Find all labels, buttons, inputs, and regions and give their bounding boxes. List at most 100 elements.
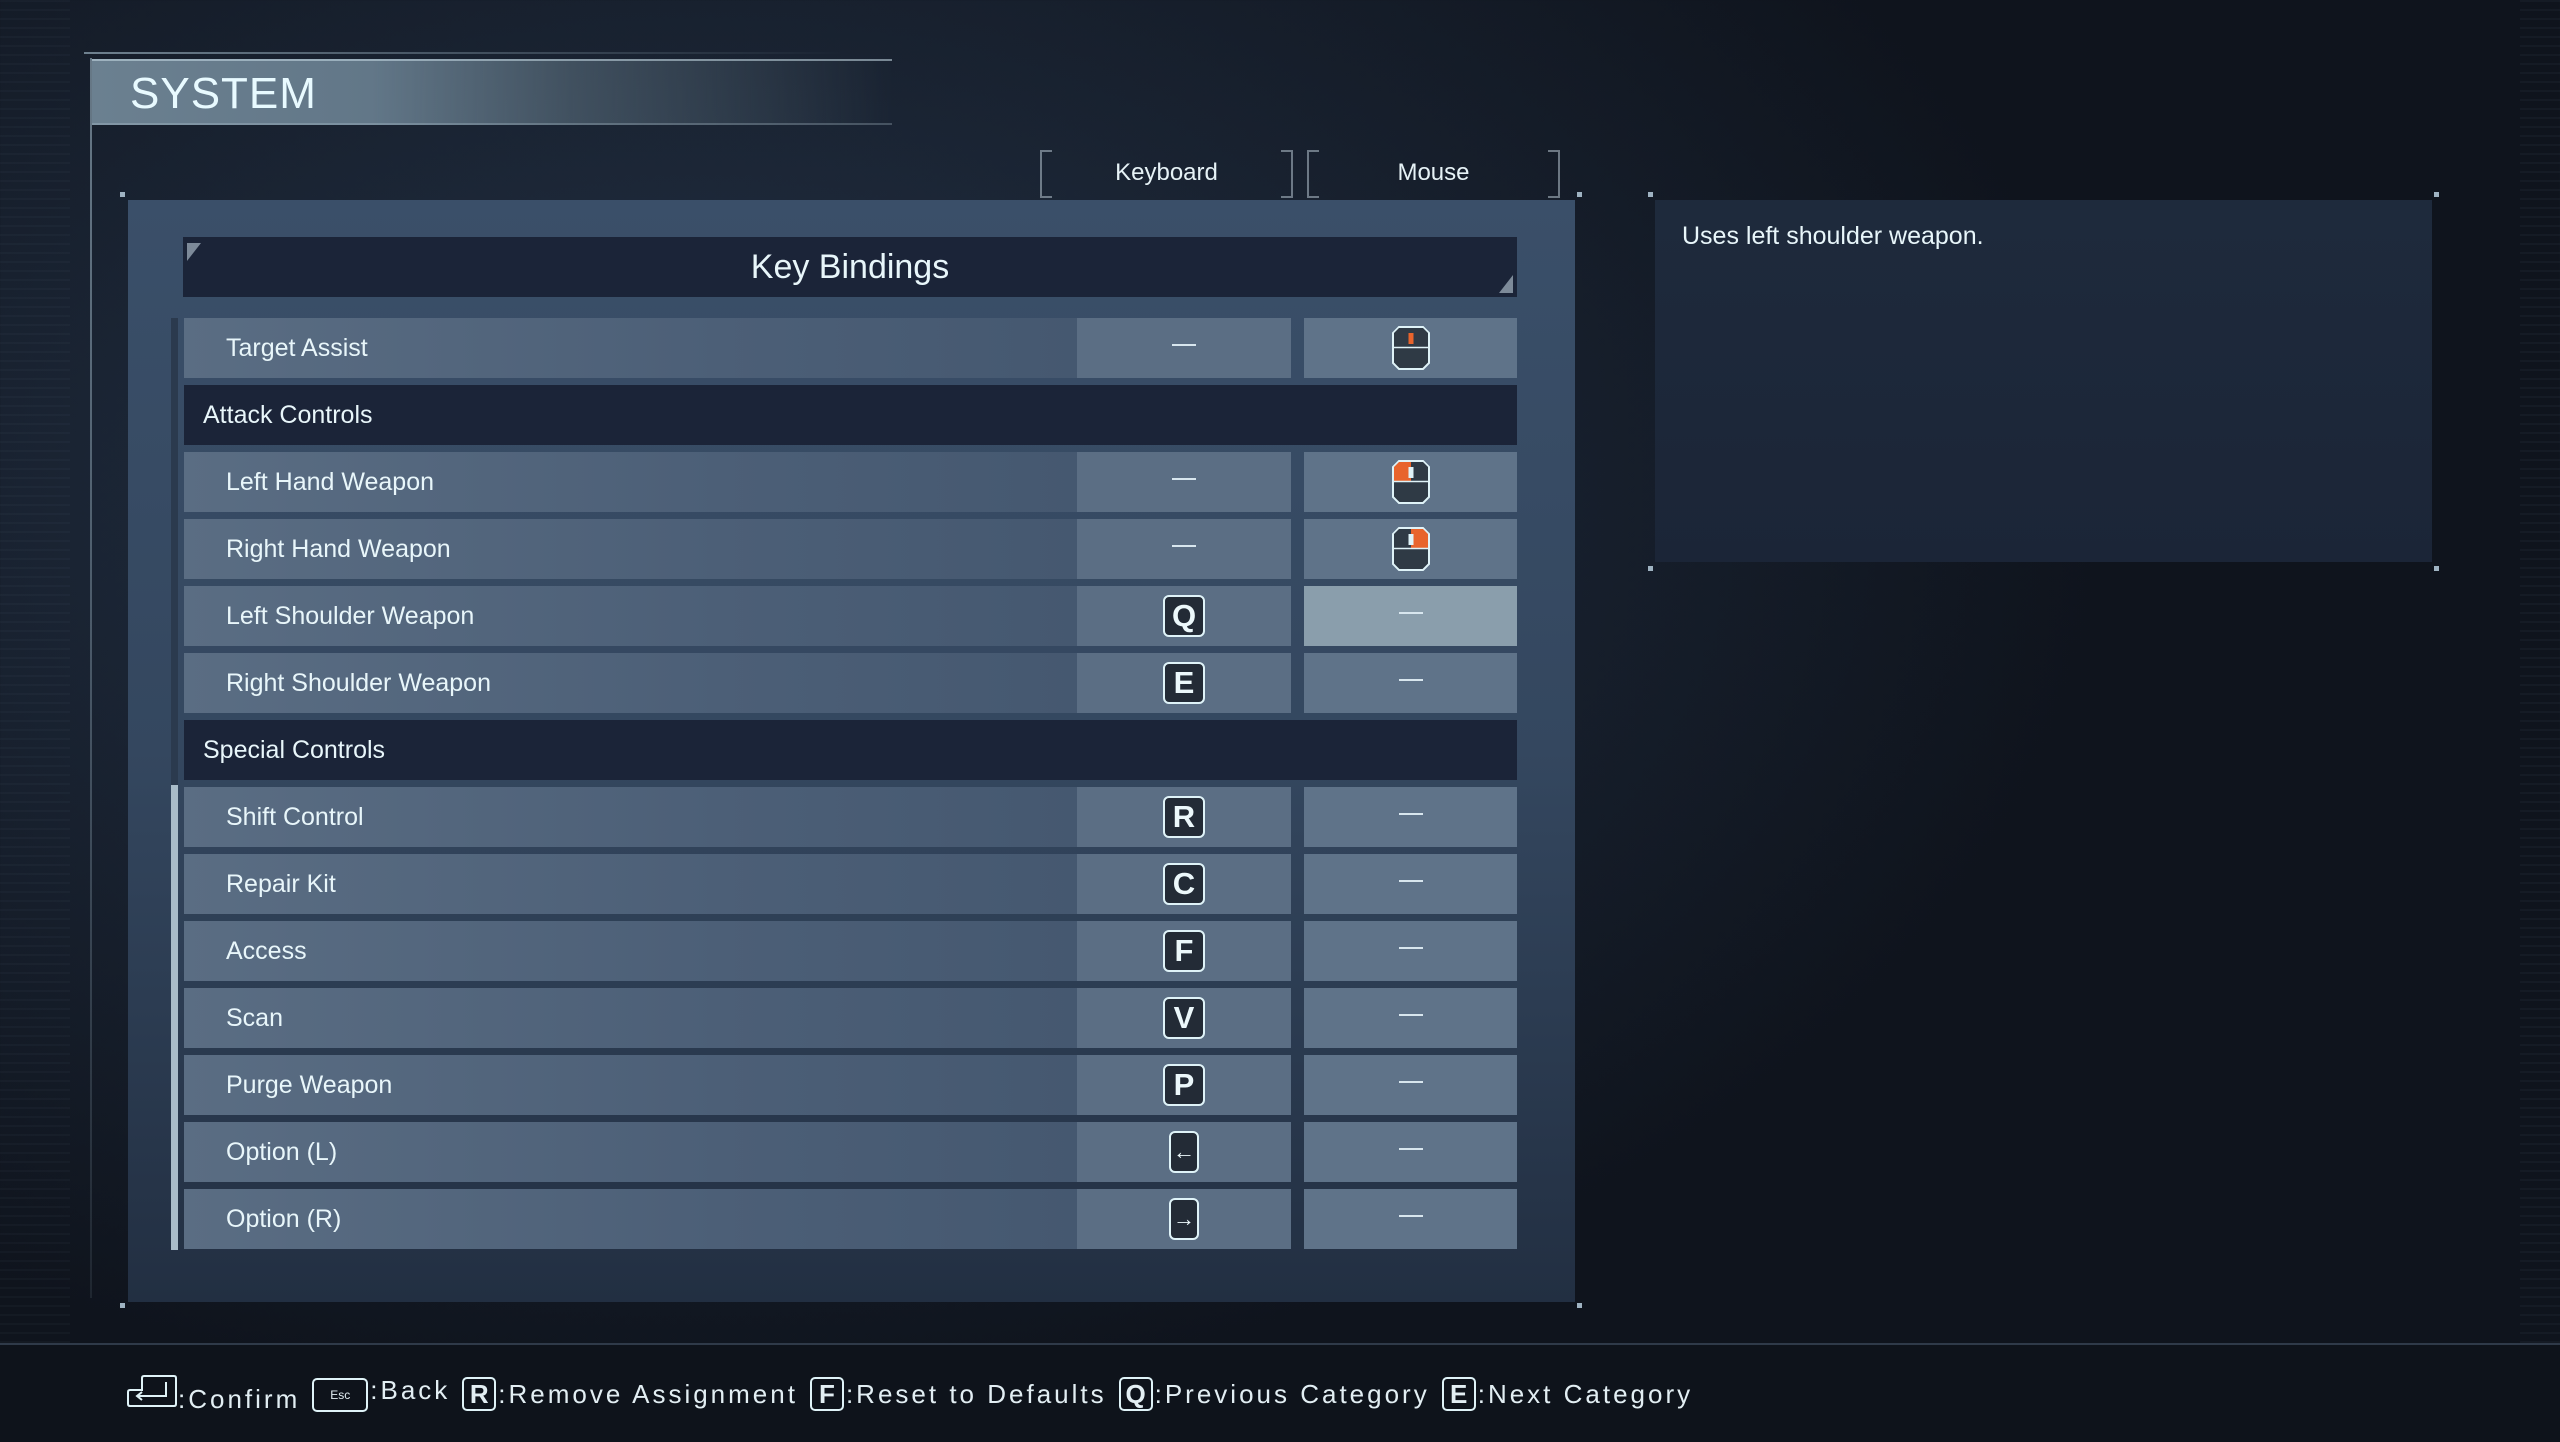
binding-row[interactable]: Access F [184,921,1517,981]
keyboard-binding-cell[interactable]: F [1077,921,1291,981]
tab-mouse[interactable]: Mouse [1307,150,1560,198]
keycap-icon: F [1163,930,1205,972]
binding-label: Target Assist [226,334,368,362]
binding-row[interactable]: Right Shoulder Weapon E [184,653,1517,713]
binding-row[interactable]: Target Assist [184,318,1517,378]
mouse-binding-cell[interactable] [1304,1189,1517,1249]
tab-label: Mouse [1397,159,1470,186]
binding-label: Scan [226,1004,283,1032]
mouse-binding-cell[interactable] [1304,988,1517,1048]
binding-row[interactable]: Left Shoulder Weapon Q [184,586,1517,646]
binding-label-cell[interactable]: Right Shoulder Weapon [184,653,1077,713]
corner-marker [1648,566,1653,571]
binding-label-cell[interactable]: Left Shoulder Weapon [184,586,1077,646]
corner-marker [1577,1303,1582,1308]
binding-label-cell[interactable]: Option (L) [184,1122,1077,1182]
keyboard-binding-cell[interactable]: Q [1077,586,1291,646]
keyboard-binding-cell[interactable]: E [1077,653,1291,713]
keyboard-binding-cell[interactable] [1077,519,1291,579]
description-panel: Uses left shoulder weapon. [1655,200,2432,562]
unassigned-dash [1398,1014,1423,1016]
binding-label-cell[interactable]: Option (R) [184,1189,1077,1249]
keycap-icon: Q [1118,1376,1153,1411]
unassigned-dash [1172,344,1196,346]
corner-marker [1577,192,1582,197]
keyboard-binding-cell[interactable]: → [1077,1189,1291,1249]
mouse-binding-cell[interactable] [1304,1055,1517,1115]
binding-row[interactable]: Repair Kit C [184,854,1517,914]
binding-label-cell[interactable]: Right Hand Weapon [184,519,1077,579]
keyboard-binding-cell[interactable]: C [1077,854,1291,914]
keyboard-binding-cell[interactable] [1077,318,1291,378]
binding-label-cell[interactable]: Access [184,921,1077,981]
footer-hint-next-category[interactable]: E:Next Category [1441,1376,1693,1411]
binding-label-cell[interactable]: Left Hand Weapon [184,452,1077,512]
keyboard-binding-cell[interactable]: V [1077,988,1291,1048]
binding-label-cell[interactable]: Shift Control [184,787,1077,847]
mouse-binding-cell[interactable] [1304,452,1517,512]
mouse-middle-button-icon [1391,326,1430,370]
binding-row[interactable]: Purge Weapon P [184,1055,1517,1115]
unassigned-dash [1398,1215,1423,1217]
binding-row[interactable]: Scan V [184,988,1517,1048]
keycap-icon: E [1441,1376,1476,1411]
keyboard-binding-cell[interactable]: ← [1077,1122,1291,1182]
keyboard-binding-cell[interactable]: R [1077,787,1291,847]
binding-row[interactable]: Shift Control R [184,787,1517,847]
footer-hint-back[interactable]: Esc:Back [312,1375,450,1412]
tab-keyboard[interactable]: Keyboard [1040,150,1293,198]
binding-label-cell[interactable]: Repair Kit [184,854,1077,914]
bracket-left [1040,150,1052,198]
footer-hint-reset-to-defaults[interactable]: F:Reset to Defaults [809,1376,1107,1411]
keycap-icon: F [809,1376,844,1411]
key-bindings-header: Key Bindings [183,237,1517,297]
footer-hint-label: :Confirm [178,1384,301,1414]
category-header: Special Controls [184,720,1517,780]
binding-label-cell[interactable]: Purge Weapon [184,1055,1077,1115]
binding-row[interactable]: Option (R) → [184,1189,1517,1249]
binding-label: Option (L) [226,1138,338,1166]
frame-line [90,58,92,1298]
binding-label: Repair Kit [226,870,336,898]
keycap-icon: Q [1163,595,1205,637]
footer-hint-previous-category[interactable]: Q:Previous Category [1118,1376,1430,1411]
keycap-icon: E [1163,662,1205,704]
corner-marker [120,1303,125,1308]
bracket-right [1281,150,1293,198]
mouse-binding-cell[interactable] [1304,921,1517,981]
binding-label-cell[interactable]: Scan [184,988,1077,1048]
binding-row[interactable]: Right Hand Weapon [184,519,1517,579]
binding-label: Access [226,937,307,965]
footer-hint-confirm[interactable]: :Confirm [124,1372,300,1415]
mouse-binding-cell[interactable] [1304,318,1517,378]
background-data-strip-right [2520,0,2560,1343]
unassigned-dash [1398,1081,1423,1083]
keycap-icon: R [462,1376,497,1411]
binding-row[interactable]: Left Hand Weapon [184,452,1517,512]
keyboard-binding-cell[interactable]: P [1077,1055,1291,1115]
mouse-binding-cell[interactable] [1304,854,1517,914]
unassigned-dash [1398,1148,1423,1150]
mouse-binding-cell[interactable] [1304,653,1517,713]
binding-label: Shift Control [226,803,364,831]
binding-label: Left Hand Weapon [226,468,435,496]
binding-row[interactable]: Option (L) ← [184,1122,1517,1182]
binding-label: Purge Weapon [226,1071,393,1099]
scrollbar-thumb[interactable] [171,785,178,1250]
mouse-binding-cell[interactable] [1304,1122,1517,1182]
enter-key-icon [124,1372,177,1407]
mouse-binding-cell[interactable] [1304,586,1517,646]
mouse-binding-cell[interactable] [1304,519,1517,579]
footer-hint-remove-assignment[interactable]: R:Remove Assignment [462,1376,798,1411]
footer-hint-label: :Reset to Defaults [845,1378,1107,1409]
bracket-left [1307,150,1319,198]
keyboard-binding-cell[interactable] [1077,452,1291,512]
mouse-binding-cell[interactable] [1304,787,1517,847]
keycap-icon: C [1163,863,1205,905]
binding-label-cell[interactable]: Target Assist [184,318,1077,378]
bracket-right [1548,150,1560,198]
corner-marker [2434,566,2439,571]
corner-marker [120,192,125,197]
footer-hints-bar: :Confirm Esc:Back R:Remove Assignment F:Res… [0,1343,2560,1442]
keycap-icon: P [1163,1064,1205,1106]
